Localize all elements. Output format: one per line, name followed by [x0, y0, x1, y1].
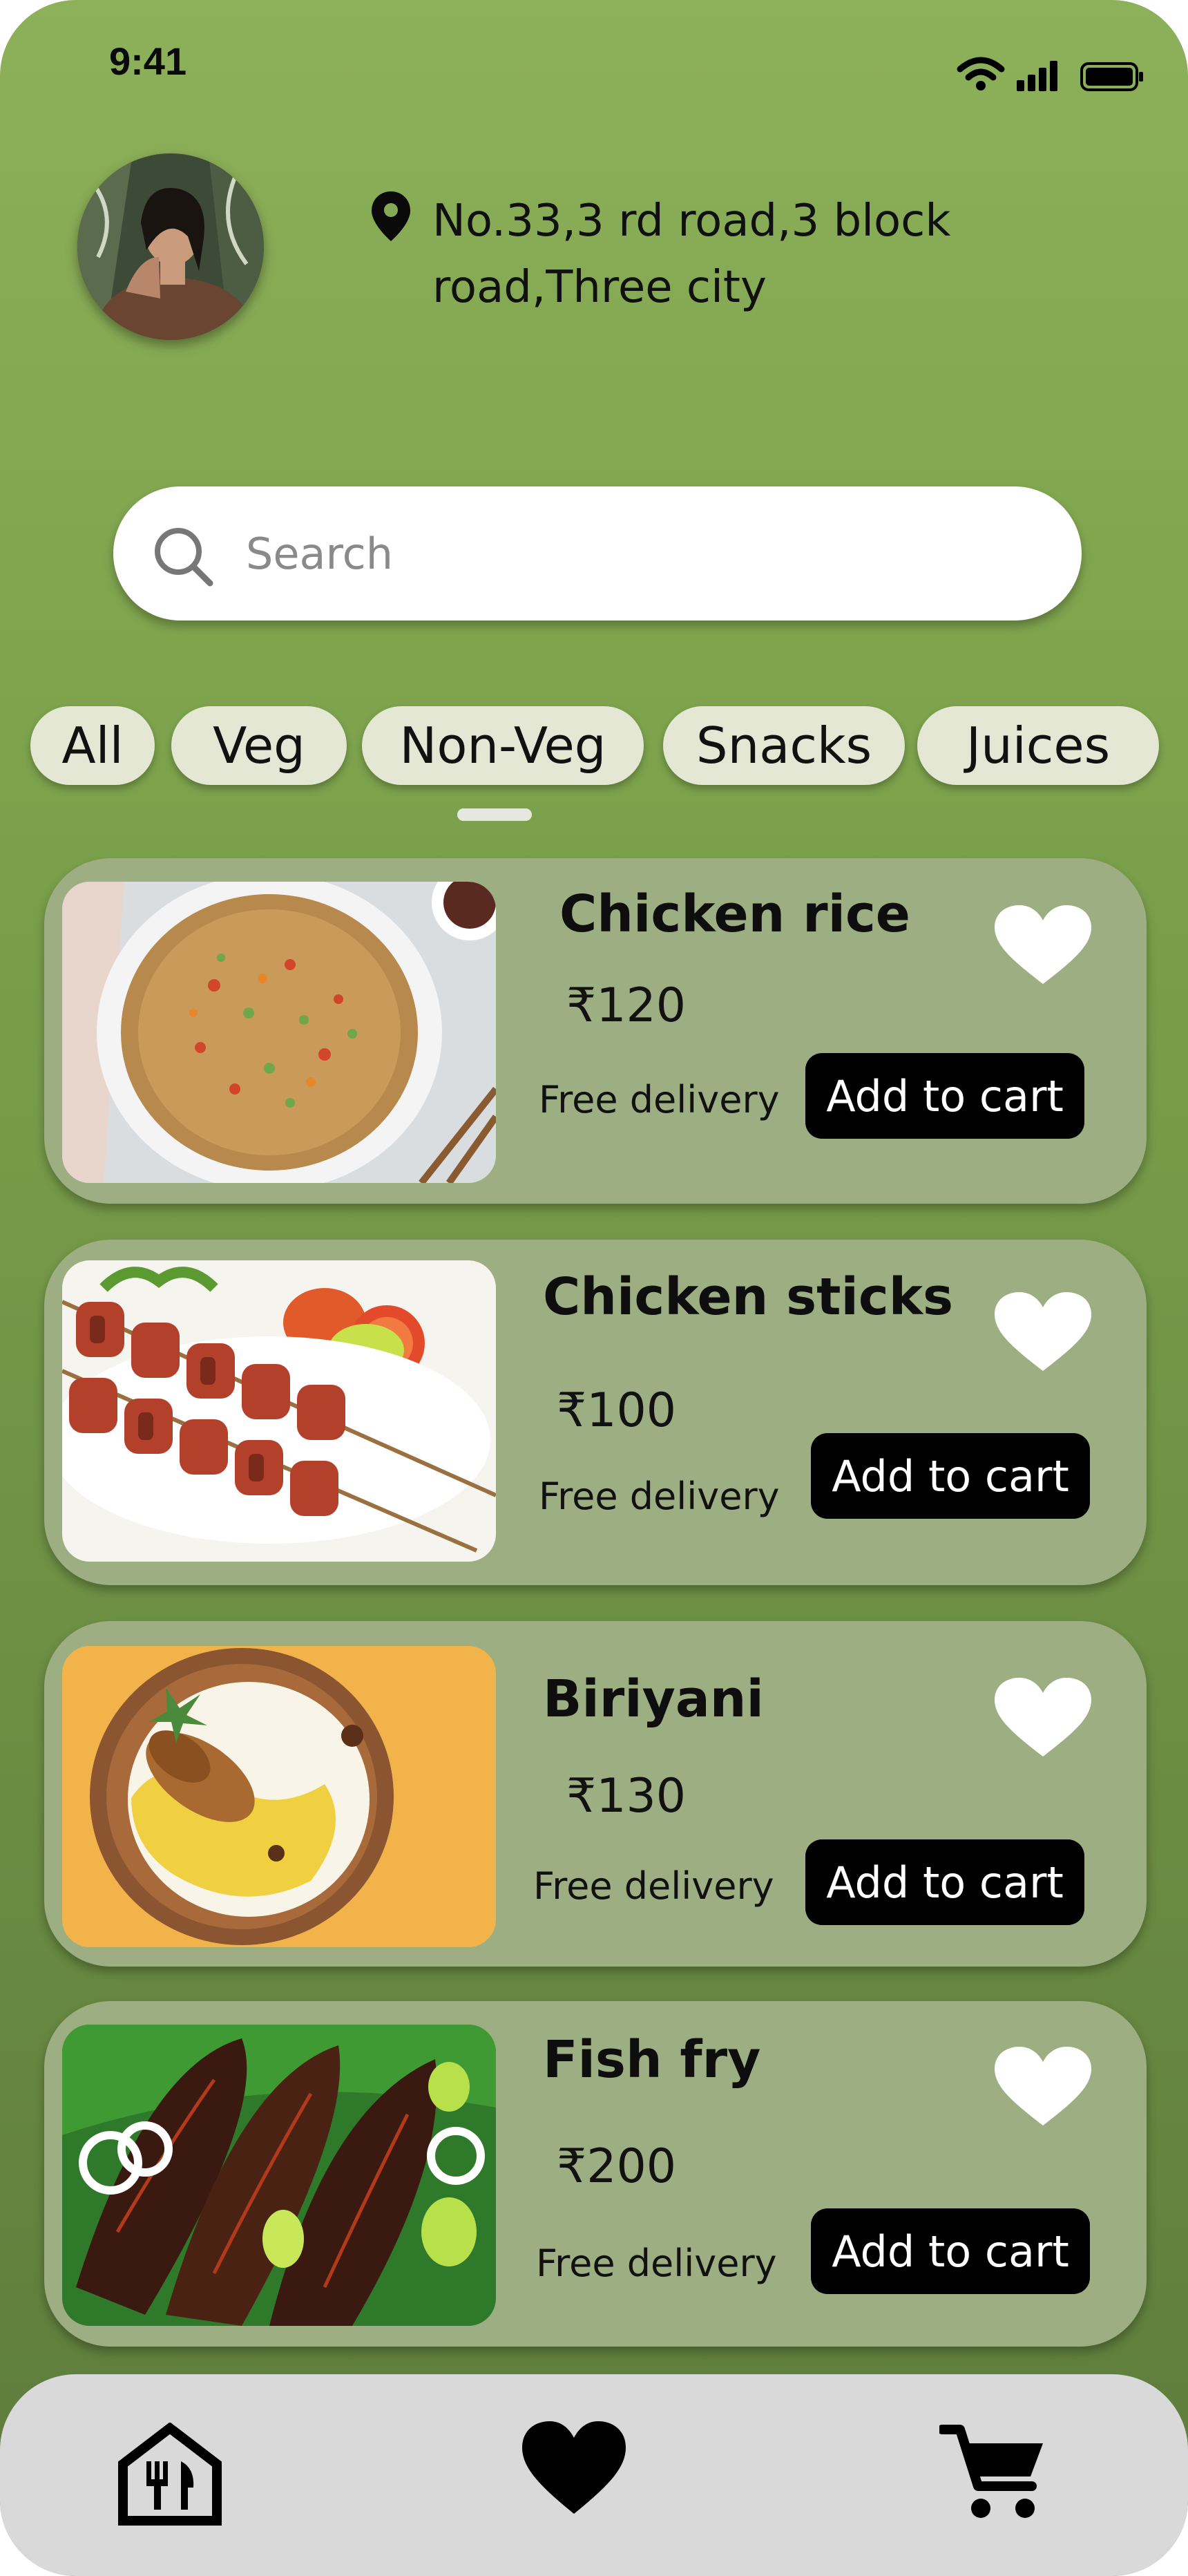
food-card[interactable]: Biriyani ₹130 Free delivery Add to cart: [44, 1621, 1147, 1967]
category-chip-juices[interactable]: Juices: [917, 706, 1159, 785]
add-to-cart-button[interactable]: Add to cart: [805, 1839, 1084, 1925]
food-price: ₹100: [557, 1383, 677, 1438]
food-image-fish-fry: [62, 2025, 496, 2326]
heart-icon[interactable]: [992, 1291, 1094, 1374]
scroll-indicator[interactable]: [457, 808, 532, 821]
heart-icon[interactable]: [992, 904, 1094, 987]
food-image-chicken-rice: [62, 882, 496, 1183]
location-pin-icon: [372, 191, 410, 241]
search-input[interactable]: [245, 514, 1042, 593]
bottom-navigation: [0, 2374, 1188, 2576]
search-icon: [155, 528, 213, 587]
avatar-photo: [77, 153, 264, 340]
delivery-info: Free delivery: [533, 1864, 774, 1908]
food-price: ₹120: [566, 978, 687, 1033]
delivery-info: Free delivery: [536, 2242, 777, 2285]
status-icons: [957, 57, 1143, 91]
status-time: 9:41: [109, 39, 187, 83]
heart-icon[interactable]: [992, 1676, 1094, 1759]
food-name: Fish fry: [543, 2030, 761, 2090]
app-screen: 9:41 No.33,3 rd road,3 block road,Three …: [0, 0, 1188, 2576]
favorites-heart-icon[interactable]: [519, 2420, 629, 2517]
category-chip-all[interactable]: All: [30, 706, 155, 785]
category-chip-snacks[interactable]: Snacks: [663, 706, 905, 785]
food-name: Chicken sticks: [543, 1267, 953, 1327]
category-chip-non-veg[interactable]: Non-Veg: [362, 706, 644, 785]
food-price: ₹130: [566, 1769, 687, 1824]
food-price: ₹200: [557, 2139, 677, 2194]
food-card[interactable]: Fish fry ₹200 Free delivery Add to cart: [44, 2001, 1147, 2347]
add-to-cart-button[interactable]: Add to cart: [811, 2208, 1090, 2294]
food-card[interactable]: Chicken rice ₹120 Free delivery Add to c…: [44, 858, 1147, 1204]
category-chip-veg[interactable]: Veg: [171, 706, 347, 785]
delivery-info: Free delivery: [539, 1475, 780, 1518]
food-card[interactable]: Chicken sticks ₹100 Free delivery Add to…: [44, 1240, 1147, 1585]
cellular-signal-icon: [1017, 61, 1057, 91]
delivery-address[interactable]: No.33,3 rd road,3 block road,Three city: [432, 188, 999, 321]
food-image-biriyani: [62, 1646, 496, 1947]
food-name: Biriyani: [543, 1669, 764, 1729]
add-to-cart-button[interactable]: Add to cart: [811, 1433, 1090, 1519]
home-icon[interactable]: [115, 2423, 225, 2526]
wifi-icon: [957, 57, 1005, 91]
delivery-info: Free delivery: [539, 1078, 780, 1121]
user-avatar[interactable]: [77, 153, 264, 340]
battery-icon: [1080, 62, 1143, 91]
heart-icon[interactable]: [992, 2045, 1094, 2128]
food-name: Chicken rice: [559, 884, 910, 944]
food-image-chicken-sticks: [62, 1260, 496, 1562]
add-to-cart-button[interactable]: Add to cart: [805, 1053, 1084, 1139]
search-bar[interactable]: [113, 486, 1082, 621]
cart-icon[interactable]: [939, 2420, 1050, 2523]
